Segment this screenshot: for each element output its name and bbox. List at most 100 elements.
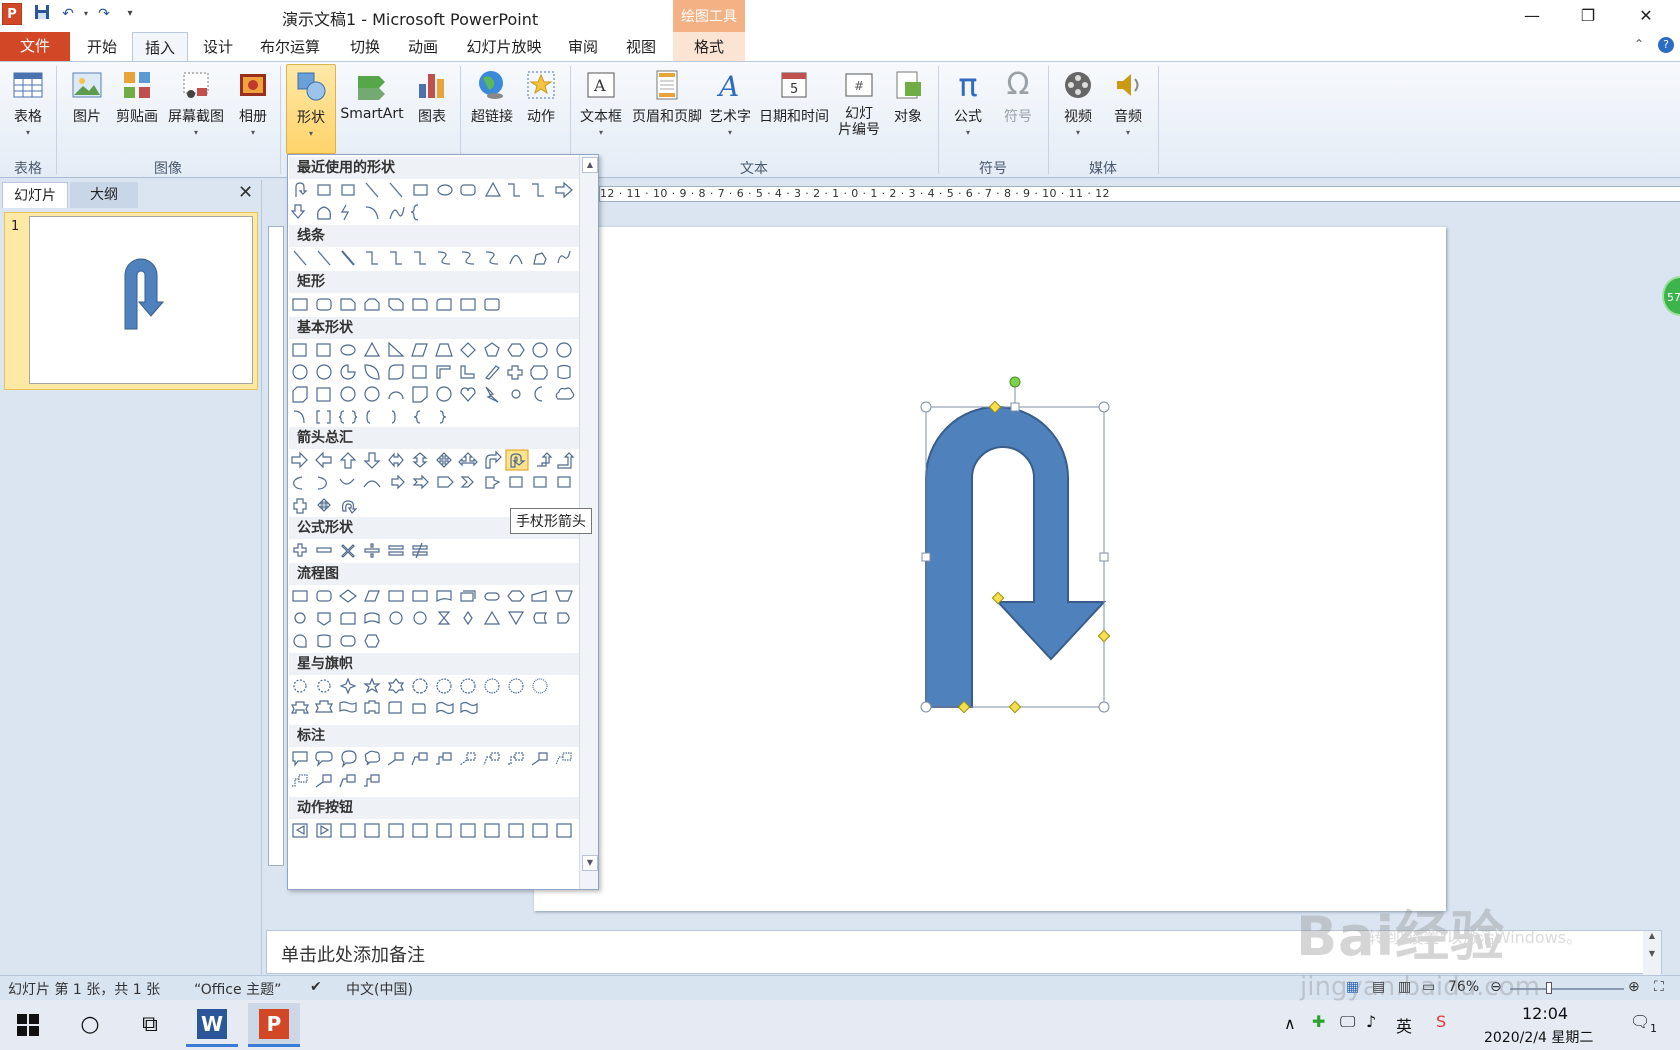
tab-design[interactable]: 设计 xyxy=(192,32,244,62)
brace-icon[interactable] xyxy=(338,410,358,424)
callout-arrow-icon[interactable] xyxy=(533,476,547,488)
action-document-button-icon[interactable] xyxy=(484,823,500,838)
flowchart-shape-icon[interactable] xyxy=(389,611,403,625)
callout-shape-icon[interactable] xyxy=(315,774,332,788)
down-arrow-icon[interactable] xyxy=(363,452,381,469)
scroll-shape-icon[interactable] xyxy=(388,701,402,714)
line-shape-icon[interactable] xyxy=(437,251,451,265)
star-shape-icon[interactable] xyxy=(436,678,452,694)
help-icon[interactable]: ? xyxy=(1658,37,1674,53)
slide-canvas[interactable] xyxy=(534,227,1446,911)
spellcheck-icon[interactable]: ✔ xyxy=(310,979,322,995)
curved-arrow-icon[interactable] xyxy=(339,478,355,485)
flowchart-shape-icon[interactable] xyxy=(317,634,331,648)
left-arrow-icon[interactable] xyxy=(315,451,332,469)
taskbar-powerpoint-app[interactable]: P xyxy=(248,1003,300,1047)
action-end-button-icon[interactable] xyxy=(364,823,380,838)
scroll-shape-icon[interactable] xyxy=(412,703,426,714)
picture-button[interactable]: 图片 xyxy=(66,68,108,126)
callout-shape-icon[interactable] xyxy=(483,752,500,766)
banner-shape-icon[interactable] xyxy=(291,701,309,714)
flowchart-shape-icon[interactable] xyxy=(292,590,308,602)
brace-icon[interactable] xyxy=(413,410,421,424)
callout-shape-icon[interactable] xyxy=(555,752,572,766)
flowchart-shape-icon[interactable] xyxy=(507,590,525,602)
notched-arrow-icon[interactable] xyxy=(412,474,429,490)
action-home-button-icon[interactable] xyxy=(388,823,404,838)
recent-shape-icon[interactable] xyxy=(484,181,502,197)
line-shape-icon[interactable] xyxy=(533,252,547,265)
flowchart-shape-icon[interactable] xyxy=(364,590,380,602)
zoom-slider-thumb[interactable] xyxy=(1546,982,1552,994)
basic-shape-icon[interactable] xyxy=(388,364,404,380)
flowchart-shape-icon[interactable] xyxy=(507,611,525,626)
notes-scrollbar[interactable]: ▲ ▼ xyxy=(1643,931,1661,975)
clock-date[interactable]: 2020/2/4 星期二 xyxy=(1484,1027,1593,1047)
flowchart-shape-icon[interactable] xyxy=(364,634,380,648)
basic-shape-icon[interactable] xyxy=(412,365,427,379)
zoom-level[interactable]: 76% xyxy=(1448,979,1479,995)
recent-shape-icon[interactable] xyxy=(410,204,419,221)
striped-arrow-icon[interactable] xyxy=(391,474,405,490)
star-shape-icon[interactable] xyxy=(293,679,307,693)
basic-shape-icon[interactable] xyxy=(388,391,404,400)
callout-shape-icon[interactable] xyxy=(459,752,476,766)
flowchart-shape-icon[interactable] xyxy=(364,612,380,625)
line-shape-icon[interactable] xyxy=(366,251,378,265)
left-right-arrow-icon[interactable] xyxy=(388,452,404,468)
line-shape-icon[interactable] xyxy=(557,250,571,264)
basic-shape-icon[interactable] xyxy=(530,365,548,380)
rectangle-shape-icon[interactable] xyxy=(436,298,452,311)
windows-start-icon[interactable] xyxy=(0,1000,56,1050)
table-button[interactable]: 表格 ▾ xyxy=(8,68,48,137)
resize-handle-n[interactable] xyxy=(1010,402,1020,412)
bent-arrow-icon[interactable] xyxy=(485,450,502,469)
banner-shape-icon[interactable] xyxy=(364,700,380,714)
audio-button[interactable]: 音频 ▾ xyxy=(1106,68,1150,137)
star-shape-icon[interactable] xyxy=(460,678,476,694)
recent-shape-icon[interactable] xyxy=(532,183,544,197)
basic-shape-icon[interactable] xyxy=(340,344,356,356)
language-status[interactable]: 中文(中国) xyxy=(346,979,413,999)
wave-shape-icon[interactable] xyxy=(460,701,478,715)
tab-file[interactable]: 文件 xyxy=(0,32,70,61)
rotation-handle[interactable] xyxy=(1009,376,1021,388)
resize-handle-sw[interactable] xyxy=(920,701,932,713)
callout-shape-icon[interactable] xyxy=(387,752,404,766)
rectangle-shape-icon[interactable] xyxy=(316,298,332,311)
tab-animations[interactable]: 动画 xyxy=(398,32,448,62)
tray-overflow-icon[interactable]: ∧ xyxy=(1284,1014,1296,1050)
flowchart-shape-icon[interactable] xyxy=(340,635,356,647)
tray-app-icon[interactable]: ✚ xyxy=(1312,1012,1325,1050)
zoom-out-icon[interactable]: ⊖ xyxy=(1490,979,1502,995)
callout-shape-icon[interactable] xyxy=(341,750,357,768)
fit-to-window-icon[interactable]: ⛶ xyxy=(1654,979,1664,995)
search-icon[interactable]: ○ xyxy=(62,1000,118,1050)
customize-qat-icon[interactable]: ▾ xyxy=(120,4,140,24)
basic-shape-icon[interactable] xyxy=(412,386,428,403)
basic-shape-icon[interactable] xyxy=(292,386,308,403)
volume-icon[interactable]: ♪ xyxy=(1366,1012,1376,1050)
header-footer-button[interactable]: 页眉和页脚 xyxy=(628,68,706,126)
basic-shape-icon[interactable] xyxy=(340,364,356,380)
undo-dropdown-icon[interactable]: ▾ xyxy=(76,4,96,24)
flowchart-shape-icon[interactable] xyxy=(340,612,356,625)
curved-arrow-icon[interactable] xyxy=(363,480,381,488)
line-shape-icon[interactable] xyxy=(390,251,402,265)
tab-outline[interactable]: 大纲 xyxy=(70,182,138,208)
callout-shape-icon[interactable] xyxy=(411,752,428,766)
callout-arrow-icon[interactable] xyxy=(557,476,571,488)
plus-shape-icon[interactable] xyxy=(293,543,307,557)
flowchart-shape-icon[interactable] xyxy=(293,634,307,648)
basic-shape-icon[interactable] xyxy=(436,365,451,379)
resize-handle-ne[interactable] xyxy=(1098,401,1110,413)
flowchart-shape-icon[interactable] xyxy=(437,611,451,625)
quad-arrow-icon[interactable] xyxy=(436,452,452,468)
up-down-arrow-icon[interactable] xyxy=(412,452,428,468)
recent-shape-icon[interactable] xyxy=(437,184,453,196)
star-shape-icon[interactable] xyxy=(508,678,524,694)
star-shape-icon[interactable] xyxy=(532,678,548,694)
tab-view[interactable]: 视图 xyxy=(616,32,666,62)
star-shape-icon[interactable] xyxy=(387,678,405,694)
flowchart-shape-icon[interactable] xyxy=(413,611,427,625)
